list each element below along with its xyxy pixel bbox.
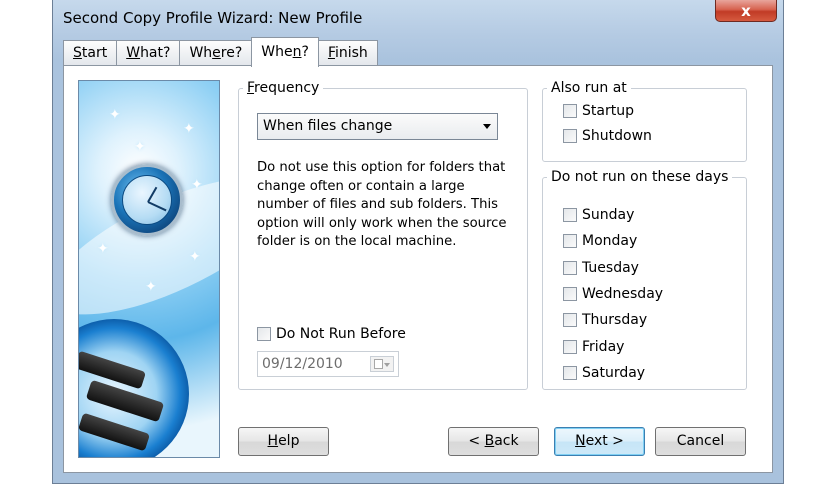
- wednesday-label: Wednesday: [582, 286, 664, 302]
- clock-minute-hand: [147, 201, 167, 212]
- tab-accel: F: [327, 45, 335, 61]
- checkbox-box[interactable]: [563, 234, 577, 248]
- tab-what[interactable]: What?: [116, 40, 181, 66]
- saturday-label: Saturday: [582, 365, 646, 381]
- checkbox-box[interactable]: [563, 366, 577, 380]
- tab-accel: W: [126, 45, 141, 61]
- do-not-run-days-legend: Do not run on these days: [551, 169, 729, 185]
- date-picker-field: 09/12/2010: [257, 351, 399, 377]
- chevron-down-icon: [483, 124, 491, 129]
- checkbox-box[interactable]: [563, 313, 577, 327]
- wizard-window: Second Copy Profile Wizard: New Profile …: [52, 0, 784, 484]
- window-title: Second Copy Profile Wizard: New Profile: [63, 9, 363, 27]
- saturday-checkbox[interactable]: Saturday: [563, 365, 645, 381]
- logo-stroke: [79, 412, 151, 452]
- close-icon: x: [741, 1, 751, 20]
- help-button[interactable]: Help: [238, 427, 329, 456]
- tab-label: Wh: [189, 45, 213, 61]
- date-value: 09/12/2010: [262, 356, 343, 372]
- checkbox-box[interactable]: [563, 129, 577, 143]
- button-accel: N: [575, 433, 586, 449]
- frequency-dropdown[interactable]: When files change: [257, 113, 498, 140]
- clock-face: [122, 175, 172, 225]
- also-run-at-legend: Also run at: [551, 80, 627, 96]
- friday-checkbox[interactable]: Friday: [563, 339, 624, 355]
- logo-stroke: [79, 350, 147, 390]
- checkbox-box[interactable]: [563, 104, 577, 118]
- when-tab-panel: ✦ ✦ ✦ ✦ ✦ ✦ ✦ Frequency When files chang…: [63, 65, 773, 473]
- calendar-dropdown-icon: [370, 356, 394, 372]
- button-label: elp: [278, 433, 300, 449]
- tuesday-checkbox[interactable]: Tuesday: [563, 260, 639, 276]
- calendar-icon: [374, 359, 383, 369]
- frequency-description: Do not use this option for folders that …: [257, 160, 507, 249]
- legend-accel: F: [247, 80, 255, 96]
- tab-start[interactable]: Start: [63, 40, 118, 66]
- title-bar[interactable]: Second Copy Profile Wizard: New Profile …: [53, 0, 783, 36]
- thursday-checkbox[interactable]: Thursday: [563, 312, 647, 328]
- tab-when[interactable]: When?: [251, 37, 319, 67]
- checkbox-box[interactable]: [563, 287, 577, 301]
- tuesday-label: Tuesday: [582, 260, 639, 276]
- checkbox-box[interactable]: [257, 327, 271, 341]
- sparkle-icon: ✦: [97, 241, 109, 257]
- shutdown-label: Shutdown: [582, 128, 652, 144]
- tab-label: hat?: [140, 45, 171, 61]
- tab-finish[interactable]: Finish: [317, 40, 378, 66]
- thursday-label: Thursday: [582, 312, 648, 328]
- tab-where[interactable]: Where?: [179, 40, 253, 66]
- sunday-checkbox[interactable]: Sunday: [563, 207, 634, 223]
- button-label: ack: [494, 433, 519, 449]
- frequency-selected-value: When files change: [263, 118, 393, 134]
- tab-label: re?: [220, 45, 243, 61]
- do-not-run-before-checkbox[interactable]: Do Not Run Before: [257, 326, 406, 342]
- do-not-run-days-group: Do not run on these days Sunday Monday T…: [542, 169, 747, 390]
- next-button[interactable]: Next >: [554, 427, 645, 456]
- clock-hour-hand: [147, 186, 158, 203]
- tab-label: inish: [334, 45, 368, 61]
- checkbox-box[interactable]: [563, 261, 577, 275]
- button-accel: B: [484, 433, 495, 449]
- friday-label: Friday: [582, 339, 625, 355]
- sparkle-icon: ✦: [183, 121, 195, 137]
- app-logo-icon: [79, 319, 189, 457]
- tab-label: tart: [81, 45, 108, 61]
- tab-label: ?: [301, 44, 309, 60]
- monday-checkbox[interactable]: Monday: [563, 233, 637, 249]
- startup-label: Startup: [582, 103, 634, 119]
- sparkle-icon: ✦: [145, 279, 157, 295]
- monday-label: Monday: [582, 233, 638, 249]
- frequency-legend: Frequency: [243, 80, 323, 96]
- button-label: <: [468, 433, 485, 449]
- button-label: ext >: [585, 433, 624, 449]
- startup-checkbox[interactable]: Startup: [563, 103, 634, 119]
- clock-icon: [111, 164, 183, 236]
- tab-accel: e: [212, 45, 221, 61]
- legend-label: requency: [254, 80, 320, 96]
- sunday-label: Sunday: [582, 207, 635, 223]
- wednesday-checkbox[interactable]: Wednesday: [563, 286, 663, 302]
- sparkle-icon: ✦: [134, 139, 146, 155]
- tab-accel: n: [292, 44, 302, 60]
- sparkle-icon: ✦: [109, 107, 121, 123]
- tab-accel: S: [73, 45, 82, 61]
- button-accel: H: [267, 433, 279, 449]
- shutdown-checkbox[interactable]: Shutdown: [563, 128, 652, 144]
- frequency-group: Frequency When files change Do not use t…: [238, 80, 528, 390]
- tab-label: Whe: [261, 44, 293, 60]
- checkbox-box[interactable]: [563, 340, 577, 354]
- back-button[interactable]: < Back: [448, 427, 539, 456]
- also-run-at-group: Also run at Startup Shutdown: [542, 80, 747, 162]
- logo-stroke: [85, 379, 165, 423]
- close-button[interactable]: x: [715, 0, 777, 22]
- do-not-run-before-label: Do Not Run Before: [276, 326, 406, 342]
- checkbox-box[interactable]: [563, 208, 577, 222]
- sparkle-icon: ✦: [191, 177, 203, 193]
- sparkle-icon: ✦: [189, 249, 201, 265]
- tab-strip: Start What? Where? When? Finish: [63, 37, 378, 67]
- button-label: Cancel: [676, 433, 725, 449]
- wizard-side-image: ✦ ✦ ✦ ✦ ✦ ✦ ✦: [78, 80, 220, 458]
- cancel-button[interactable]: Cancel: [655, 427, 746, 456]
